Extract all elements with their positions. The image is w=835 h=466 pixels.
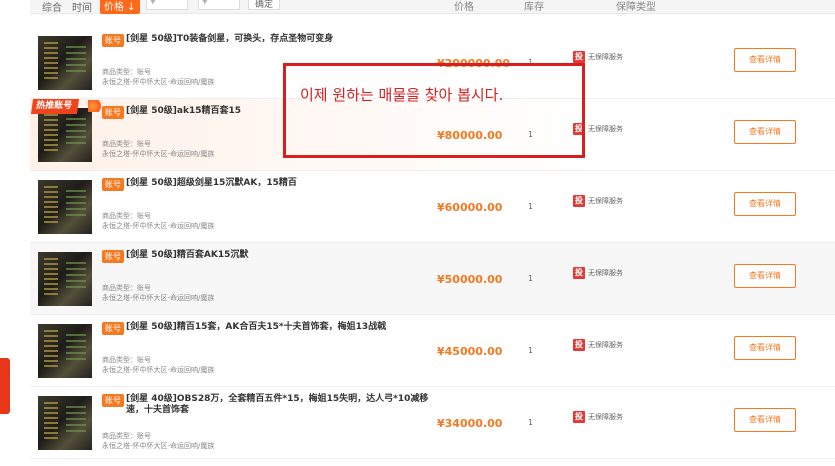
view-details-button[interactable]: 查看详情 [734,264,796,288]
listing-row[interactable]: 账号 [剑星 40级]OBS28万，全套精百五件*15，梅姐15失明，达人弓*1… [30,387,835,459]
listing-category: 商品类型：账号 [102,68,151,76]
listing-title[interactable]: [剑星 50级]超级剑星15沉默AK，15精百 [126,178,446,189]
view-details-button[interactable]: 查看详情 [734,48,796,72]
listing-row[interactable]: 账号 [剑星 50级]超级剑星15沉默AK，15精百 商品类型：账号 永恒之塔-… [30,171,835,243]
listing-thumbnail[interactable] [38,108,92,162]
view-details-button[interactable]: 查看详情 [734,192,796,216]
listing-title[interactable]: [剑星 50级]精百15套，AK合百夫15*十夫首饰套，梅姐13战戟 [126,322,446,333]
account-badge: 账号 [102,106,124,119]
listing-stock: 1 [528,274,534,283]
listing-price: ¥60000.00 [437,201,503,214]
listing-category: 商品类型：账号 [102,140,151,148]
account-badge: 账号 [102,250,124,263]
listing-row[interactable]: 账号 [剑星 50级]精百15套，AK合百夫15*十夫首饰套，梅姐13战戟 商品… [30,315,835,387]
listing-server: 永恒之塔-怀中怀大区-命运回响/魔族 [102,294,215,302]
listing-row[interactable]: 账号 [剑星 50级]精百套AK15沉默 商品类型：账号 永恒之塔-怀中怀大区-… [30,243,835,315]
listing-price: ¥50000.00 [437,273,503,286]
listing-price: ¥45000.00 [437,345,503,358]
listing-page: 综合 时间 价格 ↓ ¥ ¥ 确定 价格 库存 保障类型 账号 [剑星 50级]… [0,0,835,466]
listing-thumbnail[interactable] [38,396,92,450]
listing-category: 商品类型：账号 [102,432,151,440]
listing-server: 永恒之塔-怀中怀大区-命运回响/魔族 [102,442,215,450]
listing-thumbnail[interactable] [38,36,92,90]
listing-category: 商品类型：账号 [102,356,151,364]
account-badge: 账号 [102,322,124,335]
guarantee-icon: 投 [573,339,585,351]
listing-server: 永恒之塔-怀中怀大区-命运回响/魔族 [102,78,215,86]
hot-account-tag: 热推账号 [30,99,80,114]
guarantee-icon: 投 [573,411,585,423]
account-badge: 账号 [102,178,124,191]
price-confirm-button[interactable]: 确定 [248,0,280,10]
listing-thumbnail[interactable] [38,180,92,234]
listing-server: 永恒之塔-怀中怀大区-命运回响/魔族 [102,222,215,230]
listing-thumbnail[interactable] [38,252,92,306]
sort-tab-general[interactable]: 综合 [42,0,62,14]
listing-server: 永恒之塔-怀中怀大区-命运回响/魔族 [102,366,215,374]
listing-stock: 1 [528,346,534,355]
filter-bar: 综合 时间 价格 ↓ ¥ ¥ 确定 价格 库存 保障类型 [30,0,835,14]
view-details-button[interactable]: 查看详情 [734,408,796,432]
listing-thumbnail[interactable] [38,324,92,378]
sort-tab-time[interactable]: 时间 [72,0,92,14]
guarantee-icon: 投 [573,51,585,63]
listing-category: 商品类型：账号 [102,284,151,292]
account-badge: 账号 [102,394,124,407]
flame-icon [88,100,104,112]
listing-title[interactable]: [剑星 50级]精百套AK15沉默 [126,250,446,261]
guarantee-text: 无保障服务 [588,125,623,133]
guarantee-icon: 投 [573,195,585,207]
listing-stock: 1 [528,418,534,427]
listing-category: 商品类型：账号 [102,212,151,220]
view-details-button[interactable]: 查看详情 [734,336,796,360]
floating-side-widget[interactable] [0,358,10,414]
account-badge: 账号 [102,34,124,47]
price-max-input[interactable]: ¥ [198,0,240,10]
view-details-button[interactable]: 查看详情 [734,120,796,144]
column-header-price: 价格 [454,2,474,13]
guarantee-text: 无保障服务 [588,413,623,421]
listing-price: ¥34000.00 [437,417,503,430]
guarantee-text: 无保障服务 [588,269,623,277]
column-header-stock: 库存 [524,2,544,13]
listing-server: 永恒之塔-怀中怀大区-命运回响/魔族 [102,150,215,158]
listing-stock: 1 [528,202,534,211]
listing-title[interactable]: [剑星 40级]OBS28万，全套精百五件*15，梅姐15失明，达人弓*10减移… [126,394,446,416]
price-min-input[interactable]: ¥ [146,0,188,10]
guarantee-text: 无保障服务 [588,197,623,205]
guarantee-text: 无保障服务 [588,53,623,61]
guarantee-text: 无保障服务 [588,341,623,349]
guarantee-icon: 投 [573,267,585,279]
listing-title[interactable]: [剑星 50级]T0装备剑星，可换头，存点圣物可变身 [126,34,446,45]
sort-tab-price[interactable]: 价格 ↓ [100,0,140,14]
column-header-guarantee: 保障类型 [616,2,656,13]
tutorial-highlight-box [283,63,585,158]
tutorial-caption: 이제 원하는 매물을 찾아 봅시다. [300,86,504,104]
